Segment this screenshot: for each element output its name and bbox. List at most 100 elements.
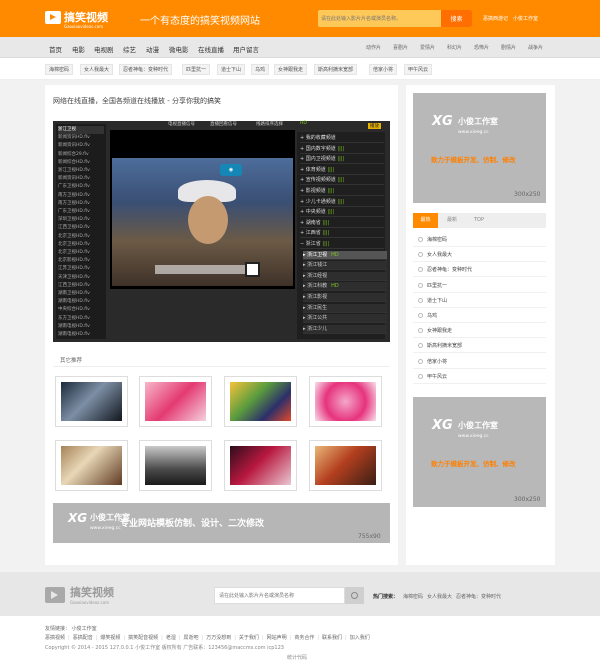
rank-item[interactable]: 甲午风云 (418, 373, 447, 380)
rank-item[interactable]: 道士下山 (418, 297, 447, 304)
footer-link[interactable]: 关于我们 (239, 635, 259, 641)
rank-item[interactable]: 斯高利摘米宽部 (418, 342, 462, 349)
rank-item[interactable]: 海棉密码 (418, 236, 447, 243)
nav-item-variety[interactable]: 综艺 (123, 44, 136, 54)
channel-item[interactable]: + 宣传视频频道 |||| (300, 176, 384, 186)
playlist-item[interactable]: 江苏卫视HD.flv (58, 265, 104, 273)
nav-genre-war[interactable]: 战争片 (528, 44, 543, 51)
search-input[interactable] (321, 13, 431, 24)
playlist-item[interactable]: 湖南卫视HD.flv (58, 290, 104, 298)
footer-link[interactable]: 恶搞视频 (45, 635, 65, 641)
playlist-item[interactable]: 北京卫视HD.flv (58, 233, 104, 241)
player-tab-live[interactable]: 电视直播信号 (168, 121, 195, 127)
logo-title[interactable]: 搞笑视频 (64, 9, 108, 25)
channel-item[interactable]: ▸ 浙江科教 HD (303, 282, 387, 292)
playlist-item[interactable]: 湖南电视HD.flv (58, 323, 104, 331)
channel-item[interactable]: + 影视频道 |||| (300, 187, 384, 196)
footer-link[interactable]: 屌逝吧 (184, 635, 199, 641)
nav-genre-horror[interactable]: 恐怖片 (474, 44, 489, 51)
playlist-item[interactable]: 新闻资讯HD.flv (58, 134, 104, 142)
nav-item-anime[interactable]: 动漫 (146, 44, 159, 54)
playlist-item[interactable]: 江西卫视HD.flv (58, 282, 104, 290)
movie-thumbnail[interactable] (139, 440, 212, 491)
channel-item[interactable]: ▸ 浙江卫视 HD (303, 250, 387, 260)
movie-thumbnail[interactable] (55, 440, 128, 491)
top-link-studio[interactable]: 小俊工作室 (513, 16, 538, 22)
tab-hot[interactable]: 最热 (413, 213, 438, 228)
hot-tag[interactable]: 乌鸡 (251, 64, 270, 75)
channel-item[interactable]: ▸ 浙江民生 (303, 303, 387, 313)
channel-item[interactable]: ▸ 浙江公共 (303, 314, 387, 324)
nav-item-tv[interactable]: 电视剧 (94, 44, 114, 54)
hot-tag[interactable]: 海棉密码 (45, 64, 74, 75)
channel-item[interactable]: + 体育频道 |||| (300, 166, 384, 175)
playlist-item[interactable]: 湖南电视HD.flv (58, 331, 104, 339)
rank-item[interactable]: 忍者神龟：变种时代 (418, 266, 472, 273)
hot-tag[interactable]: 匹里抗一 (182, 64, 211, 75)
footer-link[interactable]: 网站声明 (267, 635, 287, 641)
playlist-item[interactable]: 新闻资讯HD.flv (58, 175, 104, 183)
channel-item[interactable]: − 浙江省 |||| (300, 240, 384, 249)
playlist-item[interactable]: 浙江卫视HD.flv (58, 167, 104, 175)
rank-item[interactable]: 匹里抗一 (418, 282, 447, 289)
footer-link[interactable]: 万万没想到 (206, 635, 231, 641)
hot-tag[interactable]: 女人我最大 (80, 64, 114, 75)
nav-item-home[interactable]: 首页 (49, 44, 62, 54)
top-link-parody[interactable]: 恶搞西游记 (483, 16, 508, 22)
footer-logo-icon[interactable] (45, 587, 65, 603)
channel-item[interactable]: + 我的收藏频道 (300, 134, 384, 143)
playlist-item[interactable]: 新闻综合29.flv (58, 151, 104, 159)
playlist-item[interactable]: 广东卫视HD.flv (58, 208, 104, 216)
nav-item-live[interactable]: 在线直播 (198, 44, 224, 54)
nav-genre-action[interactable]: 动作片 (366, 44, 381, 51)
rank-item[interactable]: 倍家小将 (418, 358, 447, 365)
nav-genre-romance[interactable]: 爱情片 (420, 44, 435, 51)
movie-thumbnail[interactable] (55, 376, 128, 427)
sidebar-ad-bottom[interactable] (413, 397, 546, 507)
playlist-item[interactable]: 北京卫视HD.flv (58, 249, 104, 257)
playlist-item[interactable]: 湖南电视HD.flv (58, 298, 104, 306)
footer-link[interactable]: 搞笑配音视频 (128, 635, 158, 641)
playlist-item[interactable]: 北京影视HD.flv (58, 257, 104, 265)
movie-thumbnail[interactable] (309, 376, 382, 427)
hot-search-link[interactable]: 忍者神龟：变种时代 (456, 594, 501, 600)
movie-thumbnail[interactable] (309, 440, 382, 491)
footer-search-input[interactable] (214, 587, 345, 604)
playlist-item[interactable]: 广东卫视HD.flv (58, 183, 104, 191)
logo-icon[interactable] (45, 11, 61, 24)
channel-item[interactable]: ▸ 浙江少儿 (303, 324, 387, 334)
footer-link[interactable]: 联系我们 (322, 635, 342, 641)
friend-links[interactable]: 友情链接： 小俊工作室 (45, 625, 97, 632)
footer-logo-title[interactable]: 搞笑视频 (70, 584, 114, 600)
player-tab-replay[interactable]: 直播回看信号 (210, 121, 237, 127)
tab-new[interactable]: 最新 (441, 213, 463, 228)
channel-item[interactable]: ▸ 浙江影视 (303, 293, 387, 302)
hot-tag[interactable]: 忍者神龟：变种时代 (119, 64, 173, 75)
channel-item[interactable]: ▸ 浙江钱江 (303, 261, 387, 271)
playlist-item[interactable]: 新闻综合HD.flv (58, 159, 104, 167)
nav-item-guestbook[interactable]: 用户留言 (233, 44, 259, 54)
tab-top[interactable]: TOP (467, 213, 491, 228)
footer-link[interactable]: 商务合作 (294, 635, 314, 641)
search-button[interactable]: 搜索 (441, 10, 472, 27)
playlist-item[interactable]: 深圳卫视HD.flv (58, 216, 104, 224)
player-tab-lines[interactable]: 线路排序选择 (256, 121, 283, 127)
channel-item[interactable]: ▸ 浙江经视 (303, 271, 387, 281)
movie-thumbnail[interactable] (224, 376, 297, 427)
play-button[interactable]: 播放 (368, 123, 381, 129)
playlist-item[interactable]: 南方卫视HD.flv (58, 192, 104, 200)
rank-item[interactable]: 乌鸡 (418, 312, 437, 319)
playlist-item[interactable]: 新闻资讯HD.flv (58, 142, 104, 150)
hot-tag[interactable]: 甲午风云 (404, 64, 433, 75)
hot-search-link[interactable]: 海棉密码 (403, 594, 423, 600)
rank-item[interactable]: 女人我最大 (418, 251, 452, 258)
sidebar-ad-top[interactable] (413, 93, 546, 203)
playlist-item[interactable]: 东方卫视HD.flv (58, 315, 104, 323)
playlist-item[interactable]: 中央综合HD.flv (58, 306, 104, 314)
hot-tag[interactable]: 女神跟我走 (274, 64, 308, 75)
footer-link[interactable]: 恶搞配音 (73, 635, 93, 641)
movie-thumbnail[interactable] (224, 440, 297, 491)
playlist-item[interactable]: 北京卫视HD.flv (58, 241, 104, 249)
hot-search-link[interactable]: 女人我最大 (427, 594, 452, 600)
channel-item[interactable]: + 中央频道 |||| (300, 208, 384, 218)
